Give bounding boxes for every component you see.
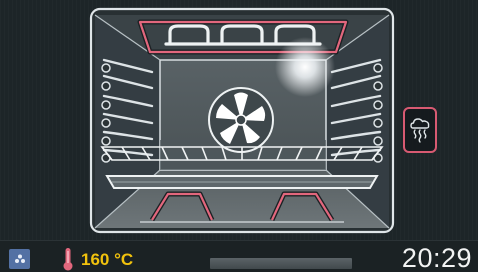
steam-cloud-icon: [410, 118, 430, 143]
baking-tray: [105, 175, 379, 189]
steam-tray-icon: [14, 254, 25, 263]
oven-display: 160 °C 20:29: [0, 0, 478, 272]
steam-tray-button[interactable]: [9, 249, 30, 269]
thermometer-icon: [63, 248, 73, 271]
steam-mode-button[interactable]: [403, 107, 437, 153]
temperature-readout: 160 °C: [81, 250, 134, 269]
progress-bar: [210, 258, 352, 269]
status-bar: 160 °C 20:29: [0, 240, 478, 272]
fan-icon: [208, 87, 274, 153]
clock: 20:29: [401, 243, 472, 272]
oven-light: [275, 37, 335, 97]
